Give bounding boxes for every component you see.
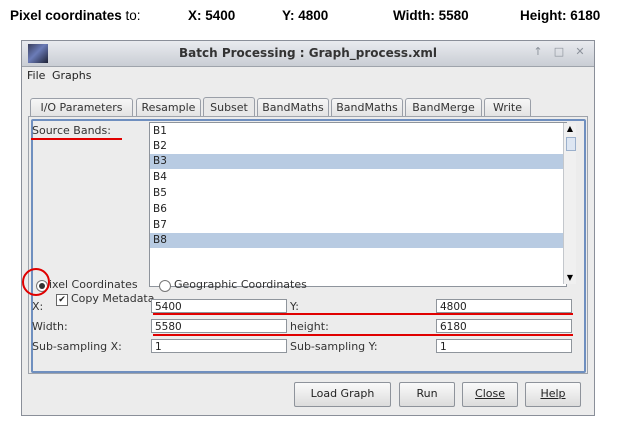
band-item-b8[interactable]: B8 [150, 233, 566, 248]
band-item-b2[interactable]: B2 [150, 139, 566, 154]
help-button[interactable]: Help [525, 382, 581, 407]
x-field[interactable]: 5400 [151, 299, 287, 313]
tab-io-parameters[interactable]: I/O Parameters [30, 98, 133, 116]
band-item-b4[interactable]: B4 [150, 170, 566, 185]
caption: Pixel coordinates to: X: 5400 Y: 4800 Wi… [10, 8, 622, 26]
band-item-b1[interactable]: B1 [150, 124, 566, 139]
close-button[interactable]: Close [462, 382, 518, 407]
caption-width: Width: 5580 [393, 8, 469, 23]
band-item-b6[interactable]: B6 [150, 202, 566, 217]
band-item-b5[interactable]: B5 [150, 186, 566, 201]
band-item-b3[interactable]: B3 [150, 154, 566, 169]
source-bands-underline [31, 138, 122, 140]
size-underline [153, 334, 573, 336]
copy-metadata-checkbox[interactable]: ✔ [56, 294, 68, 306]
pixel-coordinates-label: ixel Coordinates [49, 278, 138, 291]
sub-sampling-y-label: Sub-sampling Y: [290, 340, 378, 353]
restore-icon[interactable]: □ [553, 45, 565, 61]
tab-bandmaths-1[interactable]: BandMaths [257, 98, 329, 116]
tab-bandmerge[interactable]: BandMerge [405, 98, 482, 116]
run-button[interactable]: Run [399, 382, 455, 407]
menu-file[interactable]: File [27, 69, 45, 82]
list-scrollbar[interactable]: ▲ ▼ [563, 123, 576, 284]
scroll-up-icon[interactable]: ▲ [564, 123, 576, 135]
menu-graphs[interactable]: Graphs [52, 69, 91, 82]
height-field[interactable]: 6180 [436, 319, 572, 333]
sub-sampling-y-field[interactable]: 1 [436, 339, 572, 353]
band-item-b7[interactable]: B7 [150, 218, 566, 233]
menu-bar: File Graphs [22, 67, 594, 85]
tab-resample[interactable]: Resample [136, 98, 201, 116]
scroll-thumb[interactable] [566, 137, 576, 151]
load-graph-button[interactable]: Load Graph [294, 382, 391, 407]
y-field[interactable]: 4800 [436, 299, 572, 313]
pixel-coordinates-highlight-circle [22, 268, 50, 296]
caption-label-rest: to: [121, 8, 141, 23]
caption-x: X: 5400 [188, 8, 236, 23]
width-label: Width: [32, 320, 68, 333]
caption-y: Y: 4800 [282, 8, 329, 23]
tab-write[interactable]: Write [484, 98, 531, 116]
source-bands-label: Source Bands: [32, 124, 111, 137]
caption-height: Height: 6180 [520, 8, 601, 23]
batch-processing-window: Batch Processing : Graph_process.xml ↑ □… [21, 40, 595, 416]
copy-metadata-label: Copy Metadata [71, 292, 155, 305]
tab-bandmaths-2[interactable]: BandMaths [331, 98, 403, 116]
close-window-icon[interactable]: ✕ [574, 45, 586, 61]
caption-label: Pixel coordinates [10, 8, 122, 23]
maximize-up-icon[interactable]: ↑ [532, 45, 544, 61]
tab-subset[interactable]: Subset [203, 97, 255, 117]
height-label: height: [290, 320, 329, 333]
geographic-coordinates-label: Geographic Coordinates [174, 278, 307, 291]
scroll-down-icon[interactable]: ▼ [564, 272, 576, 284]
title-bar[interactable]: Batch Processing : Graph_process.xml ↑ □… [22, 41, 594, 67]
x-label: X: [32, 300, 44, 313]
y-label: Y: [290, 300, 299, 313]
geographic-coordinates-radio[interactable] [159, 280, 171, 292]
width-field[interactable]: 5580 [151, 319, 287, 333]
sub-sampling-x-field[interactable]: 1 [151, 339, 287, 353]
source-bands-list[interactable]: B1 B2 B3 B4 B5 B6 B7 B8 [149, 122, 567, 287]
xy-underline [153, 313, 573, 315]
window-title: Batch Processing : Graph_process.xml [179, 46, 437, 60]
sub-sampling-x-label: Sub-sampling X: [32, 340, 122, 353]
window-controls: ↑ □ ✕ [532, 45, 586, 61]
